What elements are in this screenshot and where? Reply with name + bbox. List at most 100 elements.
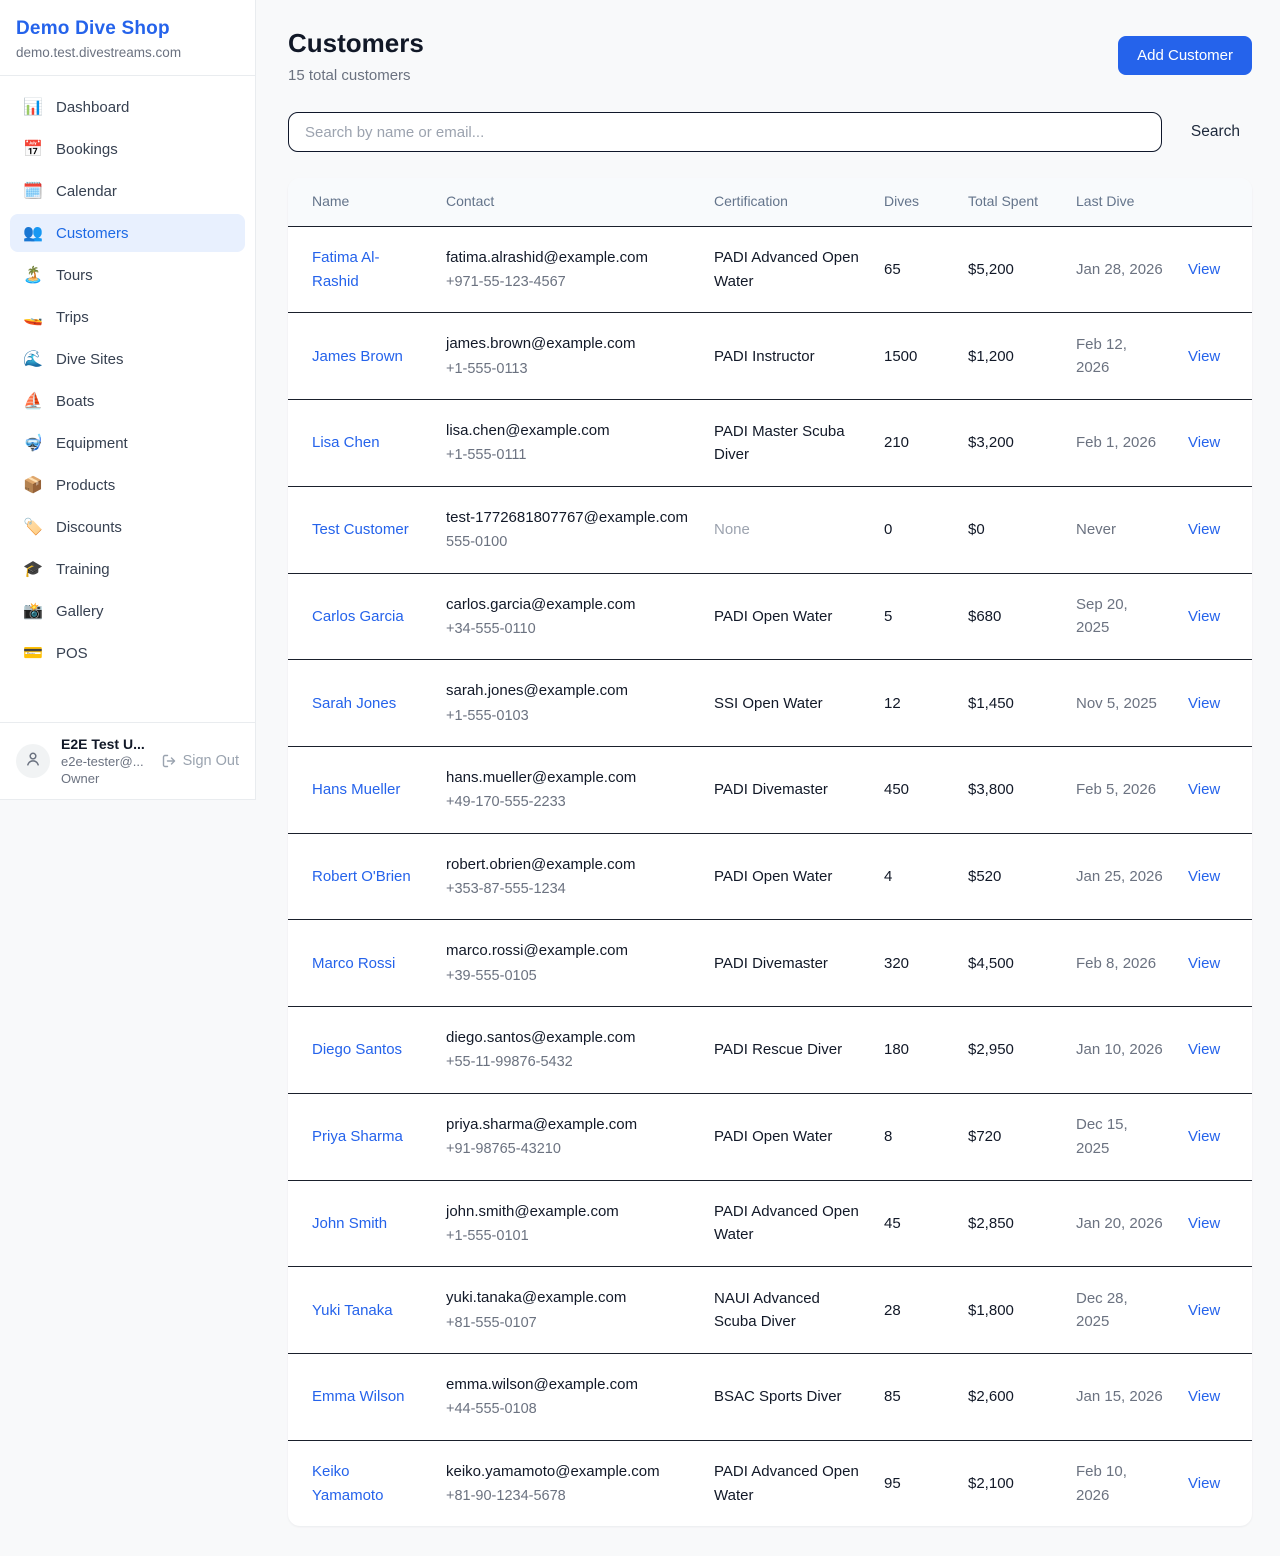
customer-name-link[interactable]: Fatima Al-Rashid [312,249,380,289]
certification-cell: NAUI Advanced Scuba Diver [702,1267,872,1354]
last-dive-cell: Jan 10, 2026 [1064,1007,1176,1094]
last-dive-cell: Jan 20, 2026 [1064,1180,1176,1267]
main-content: Customers 15 total customers Add Custome… [256,0,1280,1556]
view-link[interactable]: View [1188,868,1220,885]
total-spent-cell: $680 [956,573,1064,660]
view-link[interactable]: View [1188,1388,1220,1405]
sidebar-item-label: Discounts [56,519,122,536]
sidebar-item-products[interactable]: 📦 Products [10,466,245,504]
search-button[interactable]: Search [1189,119,1242,145]
total-spent-cell: $3,800 [956,747,1064,834]
certification-cell: SSI Open Water [702,660,872,747]
customer-email: sarah.jones@example.com [446,679,690,702]
customer-name-link[interactable]: Sarah Jones [312,695,396,712]
customer-name-link[interactable]: Hans Mueller [312,781,400,798]
view-link[interactable]: View [1188,1475,1220,1492]
view-link[interactable]: View [1188,1041,1220,1058]
certification-cell: PADI Advanced Open Water [702,1440,872,1526]
customer-name-link[interactable]: James Brown [312,348,403,365]
contact-cell: marco.rossi@example.com +39-555-0105 [434,920,702,1007]
view-link[interactable]: View [1188,781,1220,798]
sidebar: Demo Dive Shop demo.test.divestreams.com… [0,0,256,800]
sidebar-item-label: Products [56,477,115,494]
certification-cell: PADI Open Water [702,833,872,920]
sign-out-icon [161,753,177,769]
sidebar-item-pos[interactable]: 💳 POS [10,634,245,672]
view-link[interactable]: View [1188,608,1220,625]
total-spent-cell: $2,950 [956,1007,1064,1094]
sidebar-item-dashboard[interactable]: 📊 Dashboard [10,88,245,126]
customer-email: keiko.yamamoto@example.com [446,1460,690,1483]
table-row: Sarah Jones sarah.jones@example.com +1-5… [288,660,1252,747]
sidebar-item-tours[interactable]: 🏝️ Tours [10,256,245,294]
customer-name-link[interactable]: Marco Rossi [312,955,395,972]
customer-phone: +55-11-99876-5432 [446,1051,690,1073]
sidebar-footer: E2E Test U... e2e-tester@... Owner Sign … [0,722,255,799]
view-link[interactable]: View [1188,1302,1220,1319]
view-link[interactable]: View [1188,434,1220,451]
customer-phone: +1-555-0113 [446,358,690,380]
sidebar-item-discounts[interactable]: 🏷️ Discounts [10,508,245,546]
customer-email: fatima.alrashid@example.com [446,246,690,269]
customer-name-link[interactable]: Priya Sharma [312,1128,403,1145]
view-link[interactable]: View [1188,1128,1220,1145]
customer-name-link[interactable]: Emma Wilson [312,1388,405,1405]
dives-cell: 65 [872,226,956,313]
equipment-icon: 🤿 [23,433,43,453]
view-link[interactable]: View [1188,261,1220,278]
view-link[interactable]: View [1188,955,1220,972]
contact-cell: priya.sharma@example.com +91-98765-43210 [434,1093,702,1180]
sidebar-item-equipment[interactable]: 🤿 Equipment [10,424,245,462]
column-header-contact: Contact [434,178,702,226]
sidebar-item-training[interactable]: 🎓 Training [10,550,245,588]
customer-phone: +49-170-555-2233 [446,791,690,813]
customer-name-link[interactable]: Lisa Chen [312,434,380,451]
customer-name-link[interactable]: Test Customer [312,521,409,538]
certification-cell: PADI Open Water [702,1093,872,1180]
customer-email: lisa.chen@example.com [446,419,690,442]
dives-cell: 85 [872,1354,956,1441]
dives-cell: 28 [872,1267,956,1354]
customer-email: marco.rossi@example.com [446,939,690,962]
customer-email: james.brown@example.com [446,332,690,355]
customer-email: robert.obrien@example.com [446,853,690,876]
sidebar-item-boats[interactable]: ⛵ Boats [10,382,245,420]
certification-cell: PADI Rescue Diver [702,1007,872,1094]
sidebar-item-bookings[interactable]: 📅 Bookings [10,130,245,168]
sidebar-item-label: POS [56,645,88,662]
customer-name-link[interactable]: Keiko Yamamoto [312,1463,383,1503]
products-icon: 📦 [23,475,43,495]
view-link[interactable]: View [1188,521,1220,538]
customer-name-link[interactable]: John Smith [312,1215,387,1232]
customer-name-link[interactable]: Carlos Garcia [312,608,404,625]
sign-out-button[interactable]: Sign Out [161,753,239,769]
table-row: Carlos Garcia carlos.garcia@example.com … [288,573,1252,660]
customer-phone: +39-555-0105 [446,965,690,987]
last-dive-cell: Dec 15, 2025 [1064,1093,1176,1180]
customer-name-link[interactable]: Diego Santos [312,1041,402,1058]
dashboard-icon: 📊 [23,97,43,117]
customer-name-link[interactable]: Yuki Tanaka [312,1302,393,1319]
sidebar-item-customers[interactable]: 👥 Customers [10,214,245,252]
sidebar-item-dive-sites[interactable]: 🌊 Dive Sites [10,340,245,378]
user-email: e2e-tester@... [61,754,150,769]
sidebar-item-gallery[interactable]: 📸 Gallery [10,592,245,630]
table-row: Lisa Chen lisa.chen@example.com +1-555-0… [288,400,1252,487]
customer-phone: +81-555-0107 [446,1312,690,1334]
view-link[interactable]: View [1188,695,1220,712]
view-link[interactable]: View [1188,348,1220,365]
last-dive-cell: Sep 20, 2025 [1064,573,1176,660]
add-customer-button[interactable]: Add Customer [1118,36,1252,75]
table-row: Emma Wilson emma.wilson@example.com +44-… [288,1354,1252,1441]
column-header-dives: Dives [872,178,956,226]
contact-cell: test-1772681807767@example.com 555-0100 [434,486,702,573]
customer-email: hans.mueller@example.com [446,766,690,789]
view-link[interactable]: View [1188,1215,1220,1232]
shop-domain: demo.test.divestreams.com [16,45,239,60]
search-input[interactable] [288,112,1162,152]
sidebar-item-calendar[interactable]: 🗓️ Calendar [10,172,245,210]
contact-cell: fatima.alrashid@example.com +971-55-123-… [434,226,702,313]
tours-icon: 🏝️ [23,265,43,285]
customer-name-link[interactable]: Robert O'Brien [312,868,411,885]
sidebar-item-trips[interactable]: 🚤 Trips [10,298,245,336]
